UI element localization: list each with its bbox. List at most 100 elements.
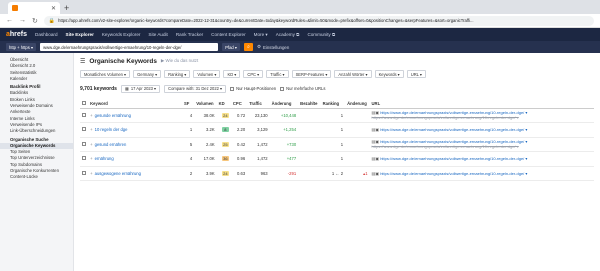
ranking-cell: 1 <box>320 122 346 138</box>
keyword-link[interactable]: 10 regeln der dge <box>95 127 128 132</box>
expand-icon[interactable]: + <box>90 113 92 118</box>
keyword-link[interactable]: ausgewogene ernährung <box>95 171 141 176</box>
current-date-select[interactable]: ▦ 17 Apr 2023 ▾ <box>120 84 161 93</box>
column-header[interactable]: KD <box>216 99 231 109</box>
nav-item[interactable]: Site Explorer <box>66 32 94 37</box>
multiple-urls-label: Nur mehrfache URLs <box>286 86 326 91</box>
filter-button[interactable]: SERP-Features ▾ <box>291 70 332 78</box>
main-content: ☰ Organische Keywords ▶ Wie du das nutzt… <box>74 53 600 271</box>
keyword-link[interactable]: gesunde ernährung <box>95 113 131 118</box>
old-url-link[interactable]: https://www.dge.de/ernaehrungspraxis/vol… <box>372 115 592 120</box>
column-header[interactable]: Ranking <box>320 99 346 109</box>
row-checkbox[interactable] <box>80 137 89 152</box>
filter-button[interactable]: Volumen ▾ <box>193 70 221 78</box>
nav-item[interactable]: Content Explorer <box>211 32 245 37</box>
filter-button[interactable]: CPC ▾ <box>243 70 264 78</box>
filter-button[interactable]: Keywords ▾ <box>374 70 404 78</box>
column-header[interactable]: Keyword <box>88 99 182 109</box>
url-field[interactable]: 🔒 https://app.ahrefs.com/v2-site-explore… <box>43 15 594 26</box>
nav-item[interactable]: Academy ⧉ <box>276 32 300 37</box>
nav-item[interactable]: Site Audit <box>148 32 167 37</box>
kd-badge: 8 <box>221 127 229 133</box>
ranking-change-cell <box>345 137 370 152</box>
nav-item[interactable]: Community ⧉ <box>307 32 335 37</box>
sidebar-item[interactable]: Link-Überschneidungen <box>0 128 73 134</box>
filter-button[interactable]: Traffic ▾ <box>266 70 289 78</box>
volume-cell: 3.2K <box>194 122 217 138</box>
settings-button[interactable]: ⚙ Einstellungen <box>257 44 289 50</box>
filter-button[interactable]: URL ▾ <box>406 70 426 78</box>
column-header[interactable]: Bezahlte <box>298 99 321 109</box>
expand-icon[interactable]: + <box>90 171 92 176</box>
ranking-cell: 1 <box>320 151 346 167</box>
cpc-cell: 0.63 <box>230 166 248 181</box>
filter-button[interactable]: KD ▾ <box>223 70 241 78</box>
help-link[interactable]: ▶ Wie du das nutzt <box>161 58 198 64</box>
row-checkbox[interactable] <box>80 108 89 123</box>
target-input[interactable]: www.dge.de/ernaehrungspraxis/vollwertige… <box>40 43 219 51</box>
column-header[interactable]: CPC <box>230 99 248 109</box>
mode-select[interactable]: Pfad ▾ <box>222 43 240 51</box>
row-checkbox[interactable] <box>80 122 89 138</box>
close-tab-icon[interactable]: ✕ <box>51 5 56 12</box>
filter-button[interactable]: Germany ▾ <box>133 70 162 78</box>
ahrefs-logo[interactable]: ahrefs <box>6 31 27 38</box>
ranking-change-cell: ▴1 <box>345 166 370 181</box>
compare-date-select[interactable]: Compare with: 31 Dez 2022 ▾ <box>164 84 227 93</box>
traffic-change-cell: -291 <box>269 166 299 181</box>
column-header[interactable]: Änderung <box>345 99 370 109</box>
reload-icon[interactable]: ↻ <box>32 17 38 25</box>
nav-item[interactable]: Rank Tracker <box>176 32 203 37</box>
sidebar-item[interactable]: Kalender <box>0 76 73 82</box>
keyword-link[interactable]: gesund ernähren <box>95 142 127 147</box>
main-positions-checkbox[interactable]: Nur Haupt-Positionen <box>230 86 276 91</box>
url-link[interactable]: ▤▣ https://www.dge.de/ernaehrungspraxis/… <box>372 127 592 132</box>
column-header[interactable]: Traffic <box>247 99 270 109</box>
keyword-link[interactable]: ernährung <box>95 156 114 161</box>
kd-badge: 36 <box>221 156 229 162</box>
column-header[interactable]: SF <box>181 99 195 109</box>
filter-button[interactable]: Ranking ▾ <box>164 70 191 78</box>
nav-item[interactable]: More ▾ <box>254 32 268 38</box>
count-row: 9,701 keywords ▦ 17 Apr 2023 ▾ Compare wi… <box>80 84 325 93</box>
current-date-label: 17 Apr 2023 ▾ <box>130 86 157 91</box>
table-row: + gesund ernähren 5 2.4K 25 0.42 1,472 +730 1 ▤▣ … <box>80 137 594 152</box>
nav-item[interactable]: Dashboard <box>35 32 57 37</box>
expand-icon[interactable]: + <box>90 156 92 161</box>
sf-cell: 4 <box>181 108 195 123</box>
column-header[interactable]: Änderung <box>269 99 299 109</box>
row-checkbox[interactable] <box>80 151 89 167</box>
volume-cell: 17.0K <box>194 151 217 167</box>
gear-icon: ⚙ <box>257 44 261 49</box>
select-all-cell[interactable] <box>80 99 89 109</box>
expand-icon[interactable]: + <box>90 127 92 132</box>
forward-icon[interactable]: → <box>19 17 26 24</box>
ranking-cell: 1 ← 2 <box>320 166 346 181</box>
multiple-urls-checkbox[interactable]: Nur mehrfache URLs <box>280 86 325 91</box>
nav-item[interactable]: Keywords Explorer <box>102 32 141 37</box>
old-url-link[interactable]: https://www.dge.de/ernaehrungspraxis/vol… <box>372 144 592 149</box>
row-checkbox[interactable] <box>80 166 89 181</box>
url-text: https://app.ahrefs.com/v2-site-explorer/… <box>58 18 474 23</box>
url-link[interactable]: ▤▣ https://www.dge.de/ernaehrungspraxis/… <box>372 156 592 161</box>
checkbox-icon <box>230 86 235 91</box>
column-header[interactable]: URL <box>369 99 594 109</box>
back-icon[interactable]: ← <box>6 17 13 24</box>
expand-icon[interactable]: + <box>90 142 92 147</box>
checkbox-icon <box>280 86 285 91</box>
url-cell: ▤▣ https://www.dge.de/ernaehrungspraxis/… <box>369 108 594 123</box>
filter-button[interactable]: Monatliches Volumen ▾ <box>80 70 131 78</box>
ranking-cell: 1 <box>320 108 346 123</box>
browser-tab[interactable]: ✕ <box>8 2 60 14</box>
search-button[interactable]: ⌕ <box>244 43 253 51</box>
menu-icon[interactable]: ☰ <box>80 58 85 65</box>
new-tab-button[interactable]: + <box>64 3 69 13</box>
serp-icon: ▤▣ <box>371 170 381 176</box>
column-header[interactable]: Volumen <box>194 99 217 109</box>
sidebar-item[interactable]: Content-Lücke <box>0 174 73 180</box>
keyword-count: 9,701 keywords <box>80 85 117 92</box>
filter-bar: Monatliches Volumen ▾ Germany ▾ Ranking ▾ V… <box>80 69 594 79</box>
url-link[interactable]: ▤▣ https://www.dge.de/ernaehrungspraxis/… <box>372 171 592 176</box>
protocol-select[interactable]: http + https ▾ <box>6 43 37 51</box>
filter-button[interactable]: Anzahl Wörter ▾ <box>334 70 372 78</box>
